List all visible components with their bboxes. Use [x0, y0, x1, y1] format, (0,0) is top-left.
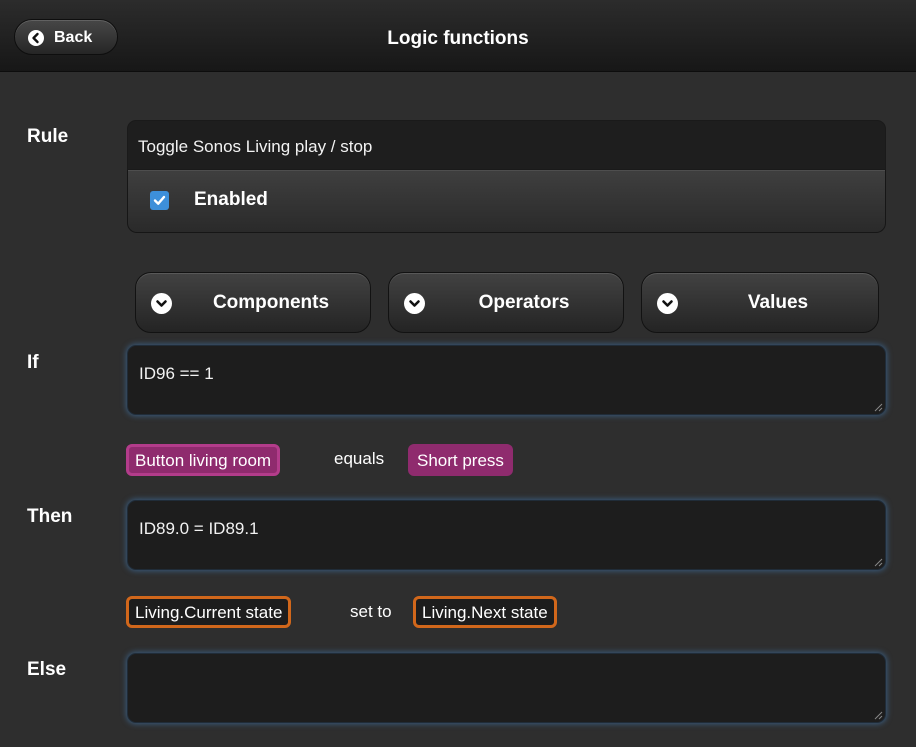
resize-grip-icon[interactable] — [873, 402, 883, 412]
components-button-label: Components — [212, 292, 330, 313]
operators-button-label: Operators — [478, 292, 570, 313]
enabled-checkbox[interactable] — [150, 191, 169, 210]
if-subject-tag[interactable]: Button living room — [126, 444, 281, 476]
page-title: Logic functions — [387, 28, 529, 49]
else-action-textarea[interactable] — [127, 653, 886, 723]
checkmark-icon — [153, 195, 166, 205]
then-connector-text: set to — [350, 602, 392, 621]
rule-label: Rule — [27, 126, 69, 147]
resize-grip-icon[interactable] — [873, 710, 883, 720]
chevron-down-icon — [151, 293, 172, 314]
resize-grip-icon[interactable] — [873, 557, 883, 567]
if-connector-text: equals — [334, 449, 385, 468]
chevron-down-icon — [657, 293, 678, 314]
if-label: If — [27, 352, 39, 373]
if-object-tag[interactable]: Short press — [408, 444, 513, 476]
enabled-label: Enabled — [194, 189, 268, 210]
enabled-toggle[interactable]: Enabled — [127, 170, 886, 233]
then-subject-tag[interactable]: Living.Current state — [126, 596, 292, 628]
then-action-text: ID89.0 = ID89.1 — [139, 519, 259, 538]
then-action-textarea[interactable]: ID89.0 = ID89.1 — [127, 500, 886, 570]
operators-button[interactable]: Operators — [388, 272, 624, 333]
else-label: Else — [27, 659, 67, 680]
chevron-down-icon — [404, 293, 425, 314]
header-bar: Back Logic functions — [0, 0, 916, 72]
components-button[interactable]: Components — [135, 272, 371, 333]
if-condition-textarea[interactable]: ID96 == 1 — [127, 345, 886, 415]
then-label: Then — [27, 506, 73, 527]
values-button-label: Values — [747, 292, 809, 313]
if-condition-text: ID96 == 1 — [139, 364, 214, 383]
then-object-tag[interactable]: Living.Next state — [413, 596, 557, 628]
values-button[interactable]: Values — [641, 272, 879, 333]
rule-name-input[interactable]: Toggle Sonos Living play / stop — [127, 120, 886, 170]
